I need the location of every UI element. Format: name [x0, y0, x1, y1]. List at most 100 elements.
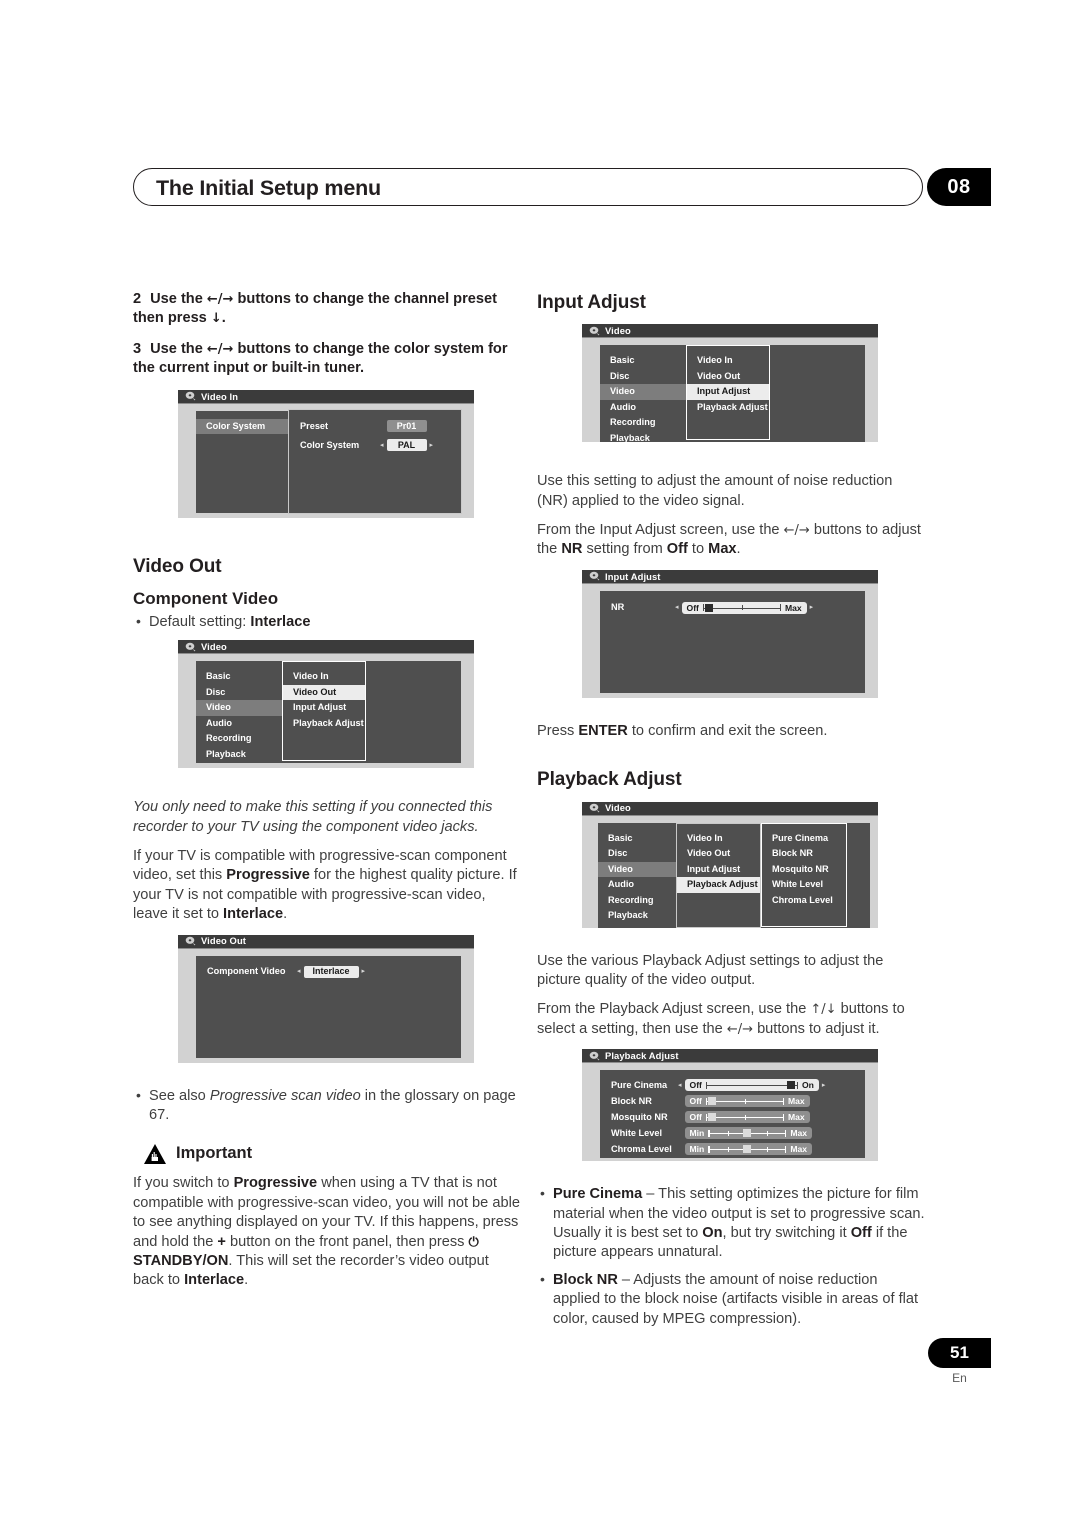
- slider-track[interactable]: [702, 603, 781, 612]
- right-arrow-icon[interactable]: ▸: [359, 968, 369, 975]
- osd-slider-block-nr[interactable]: Off Max: [684, 1095, 810, 1108]
- slider-max-label: Max: [787, 1095, 805, 1106]
- osd-option-mosquito-nr[interactable]: Mosquito NR: [762, 862, 846, 878]
- osd-titlebar: Video: [582, 324, 878, 339]
- disc-icon: [589, 1051, 600, 1061]
- osd-submenu-item-input-adjust[interactable]: Input Adjust: [687, 384, 769, 400]
- osd-submenu-item-video-out[interactable]: Video Out: [687, 369, 769, 385]
- osd-slider-nr[interactable]: Off Max: [681, 601, 807, 614]
- slider-cap-right: [796, 1081, 798, 1089]
- slider-cap-left: [702, 604, 705, 612]
- osd-row-pure-cinema[interactable]: Pure Cinema ◂ Off On ▸: [600, 1077, 865, 1093]
- osd-submenu-item-video-in[interactable]: Video In: [283, 669, 365, 685]
- osd-menu-item-basic[interactable]: Basic: [598, 831, 676, 847]
- left-arrow-icon[interactable]: ◂: [675, 1081, 685, 1089]
- osd-menu-item-video[interactable]: Video: [196, 700, 282, 716]
- slider-track[interactable]: [705, 1081, 798, 1090]
- osd-submenu-item-video-in[interactable]: Video In: [687, 353, 769, 369]
- left-arrow-icon[interactable]: ◂: [377, 441, 387, 449]
- osd-submenu-item-input-adjust[interactable]: Input Adjust: [283, 700, 365, 716]
- slider-track[interactable]: [708, 1129, 787, 1138]
- up-down-arrows-icon: ↑/↓: [810, 1002, 837, 1018]
- osd-menu-item-disc[interactable]: Disc: [600, 369, 686, 385]
- osd-menu-item-basic[interactable]: Basic: [196, 669, 282, 685]
- osd-submenu-item-input-adjust[interactable]: Input Adjust: [677, 862, 760, 878]
- slider-knob[interactable]: [743, 1145, 752, 1154]
- slider-knob[interactable]: [708, 1113, 717, 1122]
- slider-tick-mid: [744, 1114, 747, 1120]
- slider-knob[interactable]: [786, 1081, 795, 1090]
- osd-slider-chroma-level[interactable]: Min Max: [684, 1143, 813, 1156]
- osd-slider-pure-cinema[interactable]: Off On: [684, 1079, 819, 1092]
- left-arrow-icon[interactable]: ◂: [672, 604, 682, 611]
- osd-menu-item-disc[interactable]: Disc: [598, 846, 676, 862]
- osd-inner: Basic Disc Video Audio Recording Playbac…: [196, 661, 461, 764]
- slider-knob[interactable]: [705, 603, 714, 612]
- right-arrow-icon[interactable]: ▸: [819, 1081, 829, 1089]
- osd-row-preset[interactable]: Preset ◂ Pr01 ▸: [289, 418, 461, 434]
- left-arrow-icon[interactable]: ◂: [294, 968, 304, 975]
- osd-option-block-nr[interactable]: Block NR: [762, 846, 846, 862]
- osd-title-text: Video In: [201, 390, 239, 402]
- osd-menu-item-recording[interactable]: Recording: [196, 731, 282, 747]
- bullet-glossary-reference: See also Progressive scan video in the g…: [133, 1086, 523, 1126]
- slider-knob[interactable]: [743, 1129, 752, 1138]
- osd-menu-item-audio[interactable]: Audio: [598, 877, 676, 893]
- osd-menu-item-playback[interactable]: Playback: [598, 908, 676, 924]
- important-notice-header: Important: [143, 1143, 523, 1165]
- osd-submenu-item-playback-adjust[interactable]: Playback Adjust: [687, 400, 769, 416]
- para-important-a: If you switch to: [133, 1175, 234, 1192]
- step-3-number: 3: [133, 340, 142, 357]
- osd-menu-column-2: Video In Video Out Input Adjust Playback…: [686, 345, 770, 441]
- osd-submenu-item-playback-adjust[interactable]: Playback Adjust: [677, 877, 760, 893]
- osd-submenu-item-playback-adjust[interactable]: Playback Adjust: [283, 716, 365, 732]
- para-pb2-c: buttons to adjust it.: [753, 1020, 880, 1037]
- term-standby-on: STANDBY/ON: [133, 1253, 229, 1270]
- osd-menu-item-playback[interactable]: Playback: [196, 747, 282, 763]
- osd-menu-item-video[interactable]: Video: [598, 861, 676, 878]
- osd-menu-item-audio[interactable]: Audio: [196, 716, 282, 732]
- osd-row-block-nr[interactable]: Block NR ◂ Off Max ▸: [600, 1093, 865, 1109]
- osd-submenu-item-video-out[interactable]: Video Out: [677, 846, 760, 862]
- slider-track[interactable]: [705, 1113, 784, 1122]
- osd-menu-item-color-system[interactable]: Color System: [196, 418, 288, 435]
- osd-option-pure-cinema[interactable]: Pure Cinema: [762, 831, 846, 847]
- disc-icon: [589, 326, 600, 336]
- slider-cap-right: [779, 604, 781, 612]
- osd-menu-item-recording[interactable]: Recording: [598, 893, 676, 909]
- term-off: Off: [850, 1225, 872, 1241]
- bullet-pc-b: , but try switching it: [722, 1225, 851, 1241]
- osd-row-label: Preset: [300, 420, 329, 431]
- slider-track[interactable]: [705, 1097, 784, 1106]
- osd-menu-item-basic[interactable]: Basic: [600, 353, 686, 369]
- osd-menu-item-audio[interactable]: Audio: [600, 400, 686, 416]
- osd-option-white-level[interactable]: White Level: [762, 877, 846, 893]
- slider-cap-right: [782, 1097, 784, 1105]
- slider-max-label: Max: [784, 602, 802, 613]
- disc-icon: [589, 572, 600, 581]
- osd-menu-item-video[interactable]: Video: [600, 384, 686, 400]
- para-nr2-c: setting from: [582, 541, 667, 558]
- osd-row-nr[interactable]: NR ◂ Off Max ▸: [600, 600, 865, 616]
- right-arrow-icon[interactable]: ▸: [807, 604, 817, 611]
- osd-row-color-system[interactable]: Color System ◂ PAL ▸: [289, 437, 461, 453]
- osd-menu-item-recording[interactable]: Recording: [600, 415, 686, 431]
- right-arrow-icon[interactable]: ▸: [427, 441, 437, 449]
- osd-submenu-item-video-in[interactable]: Video In: [677, 831, 760, 847]
- osd-row-white-level[interactable]: White Level ◂ Min Max: [600, 1125, 865, 1141]
- osd-row-label: White Level: [611, 1127, 663, 1138]
- slider-knob[interactable]: [708, 1097, 717, 1106]
- slider-track[interactable]: [708, 1145, 787, 1154]
- osd-option-chroma-level[interactable]: Chroma Level: [762, 893, 846, 909]
- term-block-nr: Block NR: [553, 1271, 618, 1288]
- osd-submenu-item-video-out[interactable]: Video Out: [283, 684, 365, 701]
- osd-menu-item-playback[interactable]: Playback: [600, 431, 686, 447]
- osd-row-component-video[interactable]: Component Video ◂ Interlace ▸: [196, 964, 461, 980]
- osd-slider-mosquito-nr[interactable]: Off Max: [684, 1111, 810, 1124]
- osd-menu-item-disc[interactable]: Disc: [196, 685, 282, 701]
- bullet-glossary-term: Progressive scan video: [209, 1087, 361, 1104]
- osd-slider-white-level[interactable]: Min Max: [684, 1127, 813, 1140]
- term-progressive: Progressive: [226, 867, 310, 884]
- osd-row-chroma-level[interactable]: Chroma Level ◂ Min Max: [600, 1141, 865, 1157]
- osd-row-mosquito-nr[interactable]: Mosquito NR ◂ Off Max ▸: [600, 1109, 865, 1125]
